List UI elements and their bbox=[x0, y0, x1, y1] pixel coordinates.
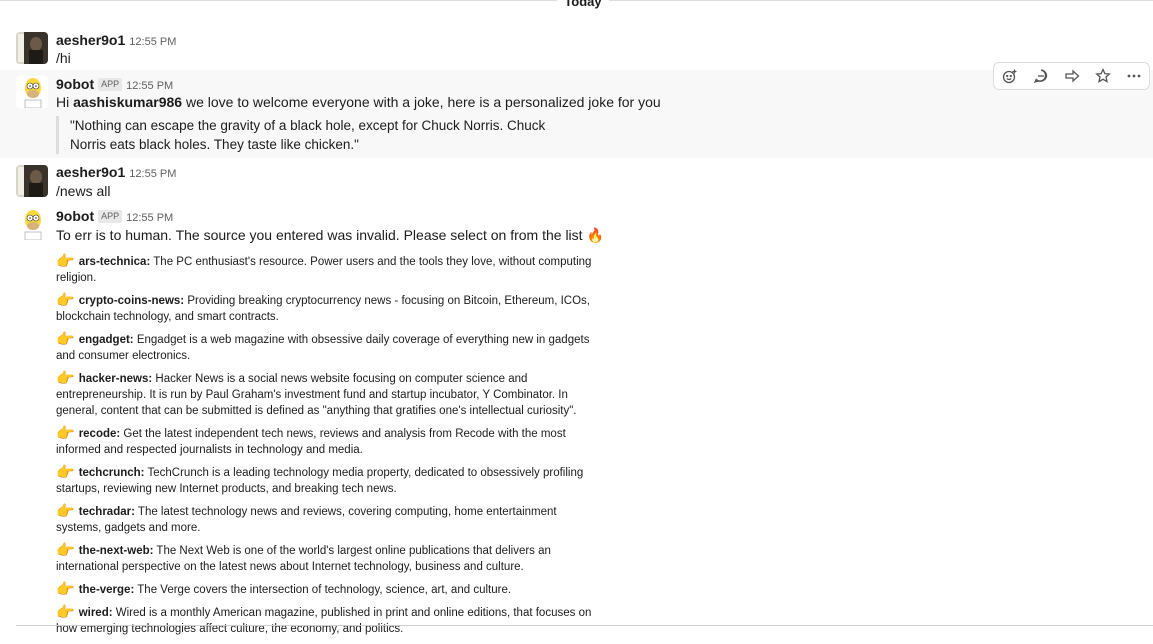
news-source-item: 👉 wired: Wired is a monthly American maga… bbox=[56, 605, 601, 637]
bot-avatar[interactable] bbox=[16, 76, 48, 108]
source-key: techradar: bbox=[78, 506, 135, 518]
message-text: Hi aashiskumar986 we love to welcome eve… bbox=[56, 94, 661, 110]
source-description: The Verge covers the intersection of tec… bbox=[134, 584, 512, 596]
message-text: To err is to human. The source you enter… bbox=[56, 227, 604, 244]
share-message-button[interactable] bbox=[1056, 63, 1087, 89]
message-text: /news all bbox=[56, 183, 111, 199]
message-timestamp[interactable]: 12:55 PM bbox=[126, 212, 173, 224]
message-sender[interactable]: aesher9o1 12:55 PM bbox=[56, 32, 176, 48]
reply-thread-button[interactable] bbox=[1025, 63, 1056, 89]
app-badge: APP bbox=[98, 78, 123, 91]
add-reaction-icon bbox=[1002, 69, 1016, 84]
share-icon bbox=[1064, 69, 1079, 83]
source-key: the-next-web: bbox=[78, 545, 154, 557]
add-reaction-button[interactable] bbox=[994, 63, 1025, 89]
message-sender[interactable]: 9obot APP 12:55 PM bbox=[56, 76, 173, 92]
source-description: Get the latest independent tech news, re… bbox=[56, 428, 566, 456]
source-key: recode: bbox=[78, 428, 121, 440]
message-timestamp[interactable]: 12:55 PM bbox=[126, 80, 173, 92]
message-composer-edge bbox=[16, 625, 1153, 631]
message-sender[interactable]: aesher9o1 12:55 PM bbox=[56, 164, 176, 180]
sender-name[interactable]: aesher9o1 bbox=[56, 164, 125, 180]
user-mention[interactable]: aashiskumar986 bbox=[73, 94, 182, 110]
source-key: techcrunch: bbox=[78, 467, 145, 479]
news-source-item: 👉 hacker-news: Hacker News is a social ne… bbox=[56, 371, 601, 419]
source-description: Engadget is a web magazine with obsessiv… bbox=[56, 334, 590, 362]
reply-thread-icon bbox=[1033, 69, 1047, 84]
source-key: wired: bbox=[78, 607, 113, 619]
message-timestamp[interactable]: 12:55 PM bbox=[129, 36, 176, 48]
app-badge: APP bbox=[98, 210, 123, 223]
message-timestamp[interactable]: 12:55 PM bbox=[129, 168, 176, 180]
source-key: engadget: bbox=[78, 334, 134, 346]
message-actions-toolbar bbox=[993, 62, 1150, 90]
pointing-hand-icon: 👉 bbox=[56, 425, 75, 442]
news-source-item: 👉 recode: Get the latest independent tech… bbox=[56, 426, 601, 458]
quote-block: "Nothing can escape the gravity of a bla… bbox=[56, 116, 550, 154]
pointing-hand-icon: 👉 bbox=[56, 581, 75, 598]
source-key: hacker-news: bbox=[78, 373, 153, 385]
source-key: crypto-coins-news: bbox=[78, 295, 185, 307]
news-source-item: 👉 the-next-web: The Next Web is one of th… bbox=[56, 543, 601, 575]
message[interactable]: aesher9o1 12:55 PM /hi bbox=[0, 30, 1153, 70]
sender-name[interactable]: 9obot bbox=[56, 76, 94, 92]
news-source-item: 👉 techradar: The latest technology news a… bbox=[56, 504, 601, 536]
pointing-hand-icon: 👉 bbox=[56, 370, 75, 387]
news-source-item: 👉 crypto-coins-news: Providing breaking c… bbox=[56, 293, 601, 325]
more-actions-button[interactable] bbox=[1118, 63, 1149, 89]
news-source-item: 👉 engadget: Engadget is a web magazine wi… bbox=[56, 332, 601, 364]
pointing-hand-icon: 👉 bbox=[56, 542, 75, 559]
star-icon bbox=[1094, 68, 1111, 83]
user-avatar[interactable] bbox=[16, 32, 48, 64]
user-avatar[interactable] bbox=[16, 165, 48, 197]
source-key: ars-technica: bbox=[78, 256, 151, 268]
news-source-item: 👉 ars-technica: The PC enthusiast's resou… bbox=[56, 254, 601, 286]
pointing-hand-icon: 👉 bbox=[56, 331, 75, 348]
text-prefix: Hi bbox=[56, 94, 74, 110]
pointing-hand-icon: 👉 bbox=[56, 604, 75, 621]
message[interactable]: aesher9o1 12:55 PM /news all bbox=[0, 158, 1153, 204]
fire-emoji-icon: 🔥 bbox=[586, 227, 604, 243]
message[interactable]: 9obot APP 12:55 PM Hi aashiskumar986 we lo… bbox=[0, 70, 1153, 158]
text-suffix: we love to welcome everyone with a joke,… bbox=[182, 94, 661, 110]
sender-name[interactable]: 9obot bbox=[56, 208, 94, 224]
error-text: To err is to human. The source you enter… bbox=[56, 227, 583, 243]
date-divider: Today bbox=[0, 0, 1153, 14]
message-sender[interactable]: 9obot APP 12:55 PM bbox=[56, 208, 173, 224]
news-source-item: 👉 the-verge: The Verge covers the interse… bbox=[56, 582, 601, 598]
pointing-hand-icon: 👉 bbox=[56, 503, 75, 520]
pointing-hand-icon: 👉 bbox=[56, 292, 75, 309]
message-text: /hi bbox=[56, 50, 71, 66]
pointing-hand-icon: 👉 bbox=[56, 253, 75, 270]
bot-avatar[interactable] bbox=[16, 208, 48, 240]
date-divider-label[interactable]: Today bbox=[557, 0, 609, 10]
pointing-hand-icon: 👉 bbox=[56, 464, 75, 481]
news-source-list: 👉 ars-technica: The PC enthusiast's resou… bbox=[56, 254, 601, 644]
source-key: the-verge: bbox=[78, 584, 135, 596]
news-source-item: 👉 techcrunch: TechCrunch is a leading tec… bbox=[56, 465, 601, 497]
sender-name[interactable]: aesher9o1 bbox=[56, 32, 125, 48]
star-message-button[interactable] bbox=[1087, 63, 1118, 89]
more-icon bbox=[1127, 74, 1140, 78]
